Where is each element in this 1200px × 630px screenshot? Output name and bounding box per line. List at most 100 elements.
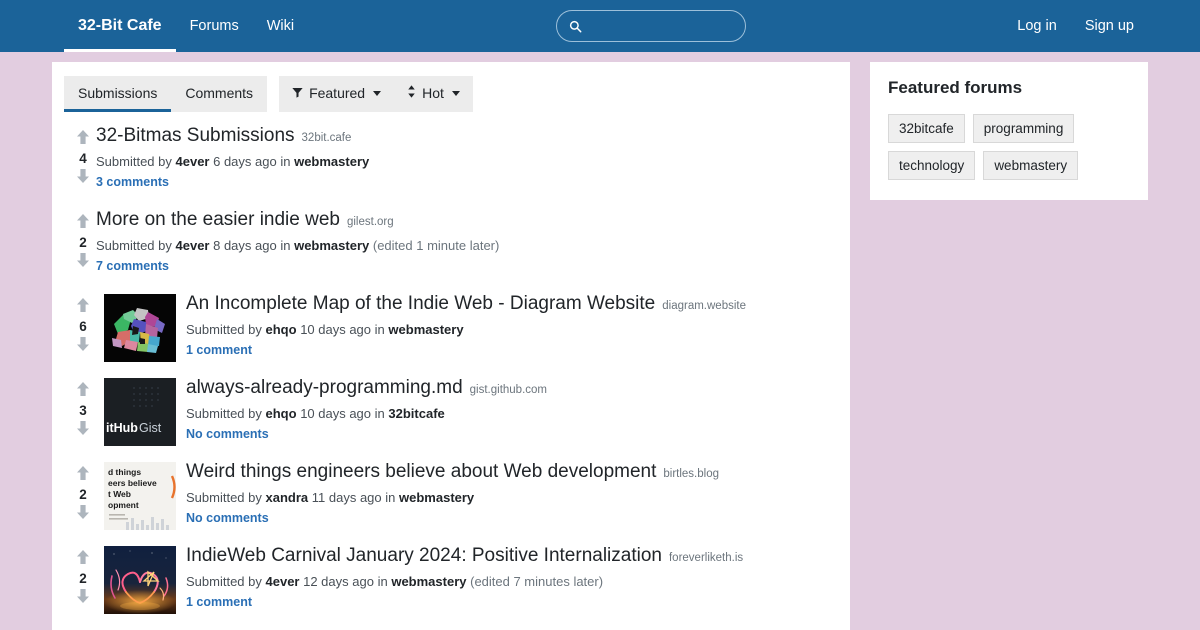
vote-score: 2 [79, 488, 87, 502]
submission-title[interactable]: An Incomplete Map of the Indie Web - Dia… [186, 293, 655, 315]
tab-comments[interactable]: Comments [171, 76, 267, 112]
in-word: in [378, 574, 388, 589]
submission-author[interactable]: 4ever [266, 574, 300, 589]
upvote-arrow-icon[interactable] [76, 297, 90, 318]
downvote-arrow-icon[interactable] [76, 168, 90, 189]
in-word: in [280, 238, 290, 253]
submission-author[interactable]: ehqo [266, 406, 297, 421]
nav-link-signup[interactable]: Sign up [1071, 0, 1148, 52]
submission-time: 10 days ago [300, 322, 371, 337]
submission-title-line: 32-Bitmas Submissions 32bit.cafe [96, 125, 836, 147]
submission-item: 2 [52, 536, 850, 620]
comments-link[interactable]: 3 comments [96, 175, 169, 189]
downvote-arrow-icon[interactable] [76, 252, 90, 273]
comments-link[interactable]: No comments [186, 427, 269, 441]
comments-link[interactable]: 7 comments [96, 259, 169, 273]
featured-forums-card: Featured forums 32bitcafe programming te… [870, 62, 1148, 200]
submission-forum[interactable]: webmastery [294, 154, 369, 169]
upvote-arrow-icon[interactable] [76, 549, 90, 570]
brand-logo[interactable]: 32-Bit Cafe [64, 0, 176, 52]
submission-thumbnail[interactable] [104, 294, 176, 362]
submission-forum[interactable]: webmastery [391, 574, 466, 589]
nav-link-forums[interactable]: Forums [176, 0, 253, 52]
submission-time: 11 days ago [312, 490, 382, 505]
vote-control: 6 [70, 292, 96, 357]
top-header: 32-Bit Cafe Forums Wiki Log in Sign up [0, 0, 1200, 52]
submission-domain[interactable]: gist.github.com [470, 384, 547, 396]
submission-time: 12 days ago [303, 574, 374, 589]
forum-tag-32bitcafe[interactable]: 32bitcafe [888, 114, 965, 143]
vote-score: 4 [79, 152, 87, 166]
upvote-arrow-icon[interactable] [76, 213, 90, 234]
submission-domain[interactable]: foreverliketh.is [669, 552, 743, 564]
filter-button-group: Featured Hot [279, 76, 473, 112]
submitted-prefix: Submitted by [96, 154, 172, 169]
submitted-prefix: Submitted by [96, 238, 172, 253]
funnel-icon [292, 85, 303, 101]
submission-item: 3 itHub Gist [52, 368, 850, 452]
comments-link[interactable]: No comments [186, 511, 269, 525]
upvote-arrow-icon[interactable] [76, 129, 90, 150]
submission-body: 32-Bitmas Submissions 32bit.cafe Submitt… [96, 124, 836, 191]
forum-tag-webmastery[interactable]: webmastery [983, 151, 1078, 180]
downvote-arrow-icon[interactable] [76, 588, 90, 609]
vote-control: 2 [70, 544, 96, 609]
downvote-arrow-icon[interactable] [76, 504, 90, 525]
svg-text:opment: opment [108, 500, 139, 510]
upvote-arrow-icon[interactable] [76, 465, 90, 486]
submission-domain[interactable]: 32bit.cafe [302, 132, 352, 144]
search-container [556, 10, 746, 42]
submission-time: 8 days ago [213, 238, 277, 253]
submission-meta: Submitted by xandra 11 days ago in webma… [186, 490, 836, 505]
search-box[interactable] [556, 10, 746, 42]
submission-title[interactable]: Weird things engineers believe about Web… [186, 461, 656, 483]
submission-author[interactable]: xandra [266, 490, 309, 505]
vote-control: 2 [70, 460, 96, 525]
submission-domain[interactable]: diagram.website [662, 300, 746, 312]
forum-tag-technology[interactable]: technology [888, 151, 975, 180]
submission-body: An Incomplete Map of the Indie Web - Dia… [186, 292, 836, 359]
submission-meta: Submitted by 4ever 12 days ago in webmas… [186, 574, 836, 589]
tab-submissions[interactable]: Submissions [64, 76, 171, 112]
submission-title[interactable]: 32-Bitmas Submissions [96, 125, 295, 147]
submission-forum[interactable]: webmastery [399, 490, 474, 505]
nav-link-wiki[interactable]: Wiki [253, 0, 308, 52]
view-tabs: Submissions Comments [64, 76, 267, 112]
nav-link-login[interactable]: Log in [1003, 0, 1071, 52]
submission-forum[interactable]: 32bitcafe [388, 406, 444, 421]
featured-forums-tags: 32bitcafe programming technology webmast… [888, 114, 1130, 180]
submission-author[interactable]: 4ever [176, 238, 210, 253]
chevron-down-icon [373, 91, 381, 96]
sort-button[interactable]: Hot [394, 76, 473, 112]
submission-title[interactable]: More on the easier indie web [96, 209, 340, 231]
vote-score: 3 [79, 404, 87, 418]
in-word: in [385, 490, 395, 505]
submission-title[interactable]: IndieWeb Carnival January 2024: Positive… [186, 545, 662, 567]
submission-domain[interactable]: birtles.blog [663, 468, 719, 480]
submission-forum[interactable]: webmastery [388, 322, 463, 337]
vote-control: 2 [70, 208, 96, 273]
submission-forum[interactable]: webmastery [294, 238, 369, 253]
featured-filter-button[interactable]: Featured [279, 76, 394, 112]
submission-title-line: Weird things engineers believe about Web… [186, 461, 836, 483]
submission-title[interactable]: always-already-programming.md [186, 377, 463, 399]
submission-meta: Submitted by ehqo 10 days ago in 32bitca… [186, 406, 836, 421]
submission-thumbnail[interactable] [104, 546, 176, 614]
submission-item: 2 More on the easier indie web gilest.or… [52, 200, 850, 284]
vote-score: 6 [79, 320, 87, 334]
submission-thumbnail[interactable]: d things eers believe t Web opment [104, 462, 176, 530]
downvote-arrow-icon[interactable] [76, 336, 90, 357]
downvote-arrow-icon[interactable] [76, 420, 90, 441]
submission-domain[interactable]: gilest.org [347, 216, 394, 228]
comments-link[interactable]: 1 comment [186, 595, 252, 609]
submission-thumbnail[interactable]: itHub Gist [104, 378, 176, 446]
upvote-arrow-icon[interactable] [76, 381, 90, 402]
submission-body: IndieWeb Carnival January 2024: Positive… [186, 544, 836, 611]
search-input[interactable] [582, 18, 722, 35]
submission-author[interactable]: ehqo [266, 322, 297, 337]
forum-tag-programming[interactable]: programming [973, 114, 1075, 143]
submission-author[interactable]: 4ever [176, 154, 210, 169]
svg-text:d things: d things [108, 467, 141, 477]
comments-link[interactable]: 1 comment [186, 343, 252, 357]
svg-text:itHub: itHub [106, 421, 138, 435]
